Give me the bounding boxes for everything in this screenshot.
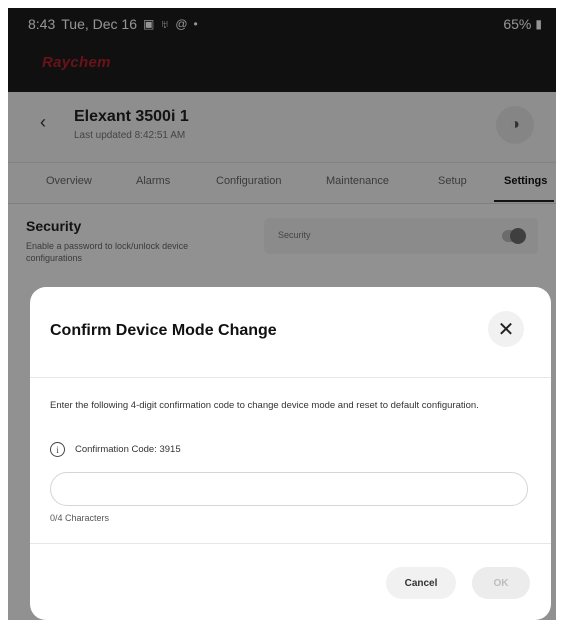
confirmation-code-row: i Confirmation Code: 3915 [50, 442, 181, 457]
info-icon: i [50, 442, 65, 457]
confirmation-code: Confirmation Code: 3915 [75, 444, 181, 455]
dialog-divider-bottom [30, 543, 551, 544]
dialog-divider-top [30, 377, 551, 378]
confirm-mode-dialog: Confirm Device Mode Change ✕ Enter the f… [30, 287, 551, 620]
confirmation-code-input[interactable] [50, 472, 528, 506]
ok-button[interactable]: OK [472, 567, 530, 599]
dialog-title: Confirm Device Mode Change [50, 322, 277, 339]
dialog-instructions: Enter the following 4-digit confirmation… [50, 400, 479, 411]
character-count: 0/4 Characters [50, 513, 110, 523]
cancel-button[interactable]: Cancel [386, 567, 456, 599]
close-button[interactable]: ✕ [488, 311, 524, 347]
close-icon: ✕ [497, 318, 515, 341]
